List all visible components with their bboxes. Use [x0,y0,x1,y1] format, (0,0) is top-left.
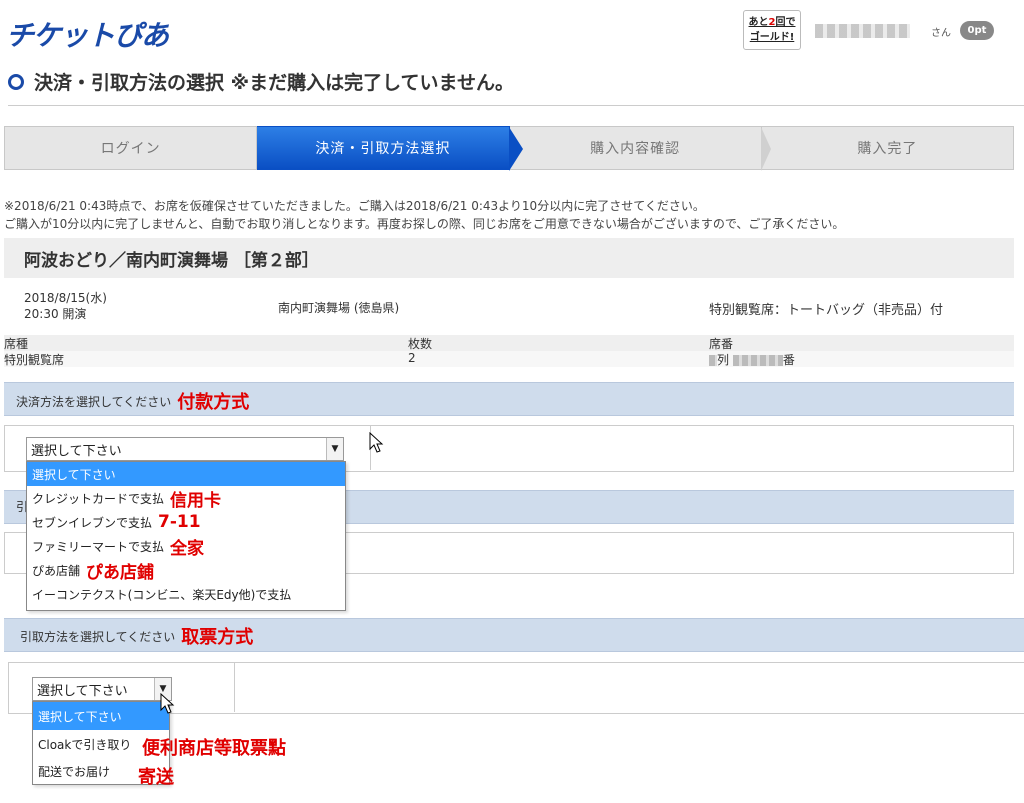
ring-bullet-icon [8,73,24,90]
pickup-delivery-annotation: 寄送 [138,767,174,788]
pickup-method-select[interactable]: 選択して下さい ▼ [32,677,172,701]
event-seat-note: 特別観覧席：トートバッグ（非売品）付 [709,303,944,318]
step-login: ログイン [4,126,258,170]
page-title: 決済・引取方法の選択 ※まだ購入は完了していません。 [8,68,514,95]
event-venue: 南内町演舞場 (徳島県) [278,301,400,315]
mouse-cursor-icon [369,432,384,453]
cell-count: 2 [408,351,416,365]
step-complete: 購入完了 [761,126,1014,170]
pickup-section-label: 引取方法を選択してください 取票方式 [20,623,253,649]
payment-option-seven-eleven[interactable]: セブンイレブンで支払 7-11 [27,510,345,534]
payment-annotation: 付款方式 [177,392,250,413]
payment-options-dropdown: 選択して下さい クレジットカードで支払 信用卡 セブンイレブンで支払 7-11 ファ… [26,461,346,611]
ticket-table-row [4,351,1014,367]
payment-option-familymart[interactable]: ファミリーマートで支払 全家 [27,534,345,559]
payment-option-econtext[interactable]: イーコンテクスト(コンビニ、楽天Edy他)で支払 [27,582,345,606]
event-title: 阿波おどり／南内町演舞場 ［第２部］ [24,251,319,271]
payment-method-select[interactable]: 選択して下さい ▼ [26,437,344,461]
cell-seat-type: 特別観覧席 [4,353,65,367]
username-blurred [815,24,910,38]
cell-seat-number: 列 番 [709,351,795,368]
reservation-notice: ※2018/6/21 0:43時点で、お席を仮確保させていただきました。ご購入は… [4,199,845,231]
pickup-convenience-annotation: 便利商店等取票點 [142,738,286,759]
step-payment-method: 決済・引取方法選択 [257,126,523,171]
seat-blurred [709,355,717,366]
payment-section-label: 決済方法を選択してください 付款方式 [16,388,249,414]
points-badge[interactable]: 0pt [960,21,994,40]
step-confirm: 購入内容確認 [509,126,772,171]
pickup-annotation: 取票方式 [181,627,254,648]
chevron-down-icon: ▼ [326,438,343,460]
event-datetime: 2018/8/15(水) 20:30 開演 [24,291,107,321]
mouse-cursor-icon [160,693,175,714]
seat-blurred [732,355,783,366]
col-seat-type: 席種 [4,337,29,351]
ticket-pia-logo[interactable]: チケットぴあ [6,14,169,54]
honorific-label: さん [931,28,951,39]
payment-option-none[interactable]: 選択して下さい [27,462,345,486]
pickup-option-none[interactable]: 選択して下さい [33,702,169,730]
col-count: 枚数 [408,337,433,351]
pickup-box-divider [234,663,235,712]
payment-option-credit-card[interactable]: クレジットカードで支払 信用卡 [27,486,345,511]
ticket-table-header [4,335,1014,351]
progress-steps: ログイン 決済・引取方法選択 購入内容確認 購入完了 [4,126,1014,171]
col-seat-number: 席番 [709,337,734,351]
title-divider [8,105,1024,106]
payment-option-pia-store[interactable]: ぴあ店舗 ぴあ店鋪 [27,558,345,583]
gold-status-badge[interactable]: あと2回で ゴールド! [743,10,801,50]
